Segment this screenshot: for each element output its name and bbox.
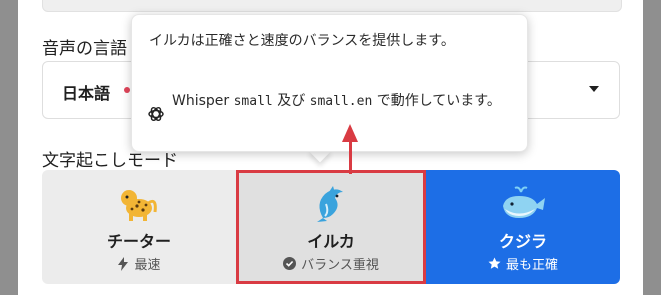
lightning-icon <box>118 256 129 271</box>
mode-subtitle-row: バランス重視 <box>239 254 423 273</box>
model-prefix: Whisper <box>172 93 234 109</box>
tooltip-description: イルカは正確さと速度のバランスを提供します。 <box>149 33 455 49</box>
mode-tooltip: イルカは正確さと速度のバランスを提供します。 Whisper small 及び … <box>131 14 528 152</box>
mode-name: チーター <box>106 232 171 251</box>
previous-field[interactable] <box>42 0 622 12</box>
mode-option-cheetah[interactable]: チーター 最速 <box>42 170 236 284</box>
mode-name: クジラ <box>498 232 547 251</box>
model-small-en: small.en <box>309 94 373 109</box>
mode-subtitle: バランス重視 <box>301 258 379 273</box>
required-indicator <box>124 87 130 93</box>
mode-subtitle-row: 最速 <box>42 254 236 273</box>
mode-subtitle: 最も正確 <box>505 258 558 273</box>
model-small: small <box>233 94 273 109</box>
check-circle-icon <box>283 257 297 270</box>
model-suffix: で動作しています。 <box>372 93 501 109</box>
annotation-arrow-head <box>342 124 358 142</box>
mode-subtitle-row: 最も正確 <box>426 254 620 273</box>
tooltip-model-info: Whisper small 及び small.en で動作しています。 <box>172 89 517 114</box>
mode-subtitle: 最速 <box>134 258 161 273</box>
star-icon <box>488 257 501 269</box>
language-select-value: 日本語 <box>62 84 111 103</box>
cheetah-icon <box>42 184 236 222</box>
openai-logo-icon <box>148 107 164 121</box>
mode-option-dolphin[interactable]: イルカ バランス重視 <box>236 170 426 284</box>
chevron-down-icon[interactable] <box>589 86 599 92</box>
annotation-arrow-line <box>349 138 352 174</box>
model-join: 及び <box>272 93 310 109</box>
language-label: 音声の言語 <box>42 39 127 59</box>
whale-icon <box>426 184 620 222</box>
mode-name: イルカ <box>307 232 355 251</box>
dolphin-icon <box>239 184 423 222</box>
mode-option-whale[interactable]: クジラ 最も正確 <box>426 170 620 284</box>
